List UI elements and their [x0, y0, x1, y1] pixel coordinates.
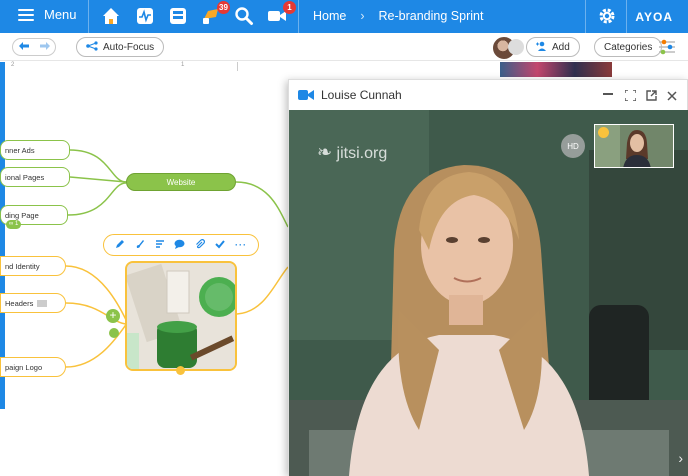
- video-call-badge: 1: [283, 1, 296, 14]
- image-icon: [37, 299, 48, 307]
- node-label: ding Page: [5, 210, 39, 220]
- node-label: Headers: [5, 298, 34, 308]
- mindmap-node[interactable]: paign Logo: [0, 357, 66, 377]
- mindmap-node[interactable]: ional Pages: [0, 167, 70, 187]
- chevron-right-icon[interactable]: ›: [678, 450, 683, 466]
- video-stream[interactable]: ❧ jitsi.org HD ›: [289, 110, 688, 476]
- attachment-count-badge: ∞ 1: [6, 220, 22, 229]
- redo-icon[interactable]: [39, 38, 51, 56]
- video-call-icon[interactable]: 1: [266, 1, 296, 27]
- categories-button[interactable]: Categories: [594, 37, 663, 57]
- pop-out-icon[interactable]: [646, 88, 657, 106]
- undo-redo-group: [12, 38, 56, 56]
- jitsi-logo-icon: ❧: [317, 142, 333, 162]
- pencil-icon[interactable]: [115, 239, 125, 251]
- node-label: nner Ads: [5, 145, 35, 155]
- image-node[interactable]: [125, 261, 237, 371]
- divider: [298, 0, 299, 33]
- node-edit-toolbar: ···: [103, 234, 259, 256]
- mindmap-node[interactable]: nd Identity: [0, 256, 66, 276]
- paint-supplies-image: [127, 263, 235, 369]
- breadcrumb: Home › Re-branding Sprint: [313, 9, 483, 23]
- add-member-button[interactable]: Add: [526, 37, 580, 57]
- background-image: [500, 62, 612, 77]
- fullscreen-icon[interactable]: [624, 88, 637, 106]
- activity-icon[interactable]: [134, 5, 156, 27]
- link-icon: ∞: [9, 221, 14, 227]
- notifications-icon[interactable]: 39: [200, 1, 230, 27]
- refresh-icon[interactable]: [109, 328, 119, 338]
- add-user-icon: [536, 41, 547, 54]
- video-camera-icon: [298, 88, 314, 106]
- minimize-icon[interactable]: [603, 93, 613, 95]
- brush-icon[interactable]: [135, 239, 145, 251]
- divider: [585, 0, 586, 33]
- search-icon[interactable]: [233, 5, 255, 27]
- mindmap-node[interactable]: nner Ads: [0, 140, 70, 160]
- node-label: nd Identity: [5, 261, 40, 271]
- video-header: Louise Cunnah: [289, 80, 687, 110]
- divider: [626, 0, 627, 33]
- caller-name: Louise Cunnah: [321, 88, 402, 102]
- breadcrumb-home[interactable]: Home: [313, 9, 346, 23]
- breadcrumb-current[interactable]: Re-branding Sprint: [379, 9, 484, 23]
- comment-icon[interactable]: [174, 239, 185, 251]
- speaker-indicator-icon: [598, 127, 609, 138]
- badge-count: 1: [14, 221, 19, 227]
- boards-icon[interactable]: [167, 5, 189, 27]
- top-bar: Menu 39 1 Home › Re-branding Sprint AYOA: [0, 0, 688, 33]
- central-node-website[interactable]: Website: [126, 173, 236, 191]
- watermark-text: jitsi.org: [336, 145, 388, 162]
- close-icon[interactable]: [667, 88, 677, 106]
- secondary-toolbar: Auto-Focus Add Categories: [0, 33, 688, 61]
- divider: [88, 0, 89, 33]
- node-label: Website: [166, 177, 196, 187]
- menu-label: Menu: [44, 7, 77, 22]
- filter-icon[interactable]: [658, 39, 676, 60]
- text-format-icon[interactable]: [155, 239, 165, 251]
- auto-focus-label: Auto-Focus: [103, 41, 155, 53]
- video-call-panel: Louise Cunnah ❧ jitsi.org HD ›: [288, 79, 688, 476]
- chevron-right-icon: ›: [360, 9, 365, 23]
- jitsi-watermark: ❧ jitsi.org: [317, 142, 387, 163]
- quality-badge[interactable]: HD: [561, 134, 585, 158]
- add-branch-icon[interactable]: +: [106, 309, 120, 323]
- add-label: Add: [552, 41, 570, 53]
- categories-label: Categories: [604, 41, 653, 53]
- notification-count-badge: 39: [217, 1, 230, 14]
- home-icon[interactable]: [100, 5, 122, 27]
- menu-button[interactable]: Menu: [18, 7, 77, 22]
- node-label: paign Logo: [5, 362, 43, 372]
- undo-icon[interactable]: [18, 38, 30, 56]
- hamburger-icon: [18, 8, 34, 21]
- self-view-thumbnail[interactable]: [594, 124, 674, 168]
- brand-logo: AYOA: [635, 10, 673, 24]
- gear-icon[interactable]: [596, 5, 618, 27]
- mindmap-node[interactable]: Headers: [0, 293, 66, 313]
- hierarchy-icon: [86, 40, 98, 54]
- resize-handle[interactable]: [176, 366, 185, 375]
- attachment-icon[interactable]: [195, 239, 206, 251]
- auto-focus-button[interactable]: Auto-Focus: [76, 37, 165, 57]
- avatar[interactable]: [508, 39, 524, 55]
- more-options-icon[interactable]: ···: [235, 240, 247, 250]
- checkmark-icon[interactable]: [215, 239, 225, 251]
- node-label: ional Pages: [5, 172, 45, 182]
